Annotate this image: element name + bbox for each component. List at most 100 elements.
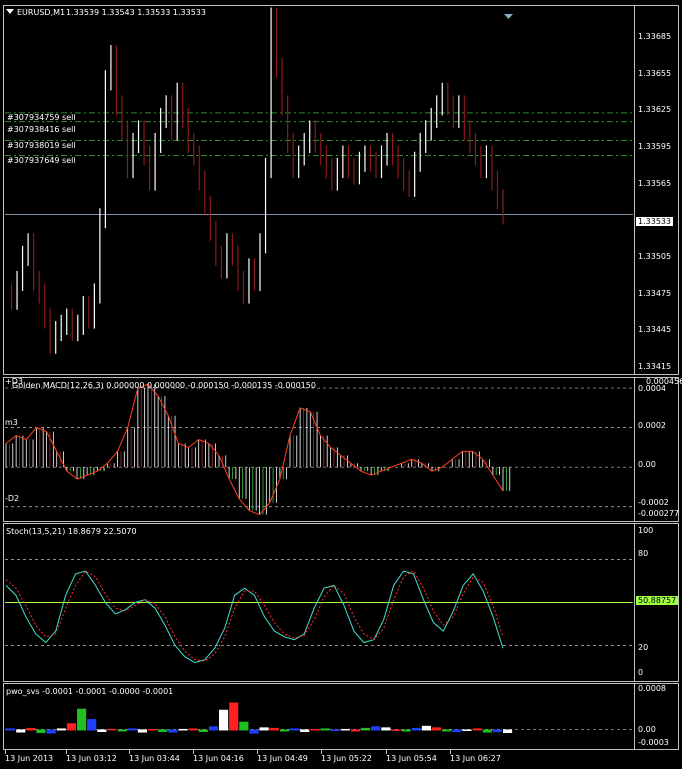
pwo-bar <box>16 729 26 733</box>
pwo-tick: -0.0003 <box>638 738 669 747</box>
price-tick: 1.33505 <box>638 252 672 261</box>
pwo-bar <box>462 729 472 731</box>
macd-tick: 0.00 <box>638 460 656 469</box>
pwo-bar <box>188 728 198 731</box>
pwo-bar <box>320 728 330 731</box>
current-price-tag: 1.33533 <box>636 217 674 226</box>
price-tick: 1.33445 <box>638 325 672 334</box>
pwo-bar <box>158 729 168 733</box>
time-axis-label: 13 Jun 04:16 <box>193 754 244 763</box>
pwo-bar <box>279 729 289 732</box>
pwo-bar <box>148 728 158 731</box>
stoch-tick: 80 <box>638 549 649 558</box>
macd-top-label: +D3 <box>5 377 23 386</box>
time-axis-label: 13 Jun 2013 <box>5 754 54 763</box>
pwo-bar <box>482 729 492 733</box>
pwo-bar <box>361 727 371 731</box>
pwo-bar <box>259 727 269 731</box>
pwo-bar <box>26 727 36 731</box>
pwo-bar <box>401 729 411 732</box>
pwo-bar <box>472 728 482 731</box>
pwo-bar <box>239 721 249 731</box>
pwo-tick: 0.0008 <box>638 684 666 693</box>
pwo-bar <box>269 727 279 731</box>
macd-title: Golden MACD(12,26,3) 0.000000 0.000000 -… <box>12 381 316 390</box>
price-tick: 1.33565 <box>638 179 672 188</box>
pwo-bar <box>350 729 360 732</box>
ohlc-values: 1.33539 1.33543 1.33533 1.33533 <box>66 8 206 17</box>
order-label-1[interactable]: #307934759 sell <box>7 113 76 122</box>
pwo-bar <box>442 729 452 732</box>
pwo-bar <box>452 729 462 733</box>
pwo-bar <box>87 719 97 731</box>
pwo-bar <box>229 702 239 731</box>
price-tick: 1.33655 <box>638 69 672 78</box>
macd-tick: -0.0002 <box>638 498 669 507</box>
macd-bottom-label: -D2 <box>5 494 20 503</box>
pwo-bar <box>290 728 300 731</box>
stoch-main-line <box>5 570 504 664</box>
chart-shift-icon[interactable] <box>504 5 513 24</box>
macd-m-label: m3 <box>5 418 18 427</box>
pwo-bar <box>381 727 391 731</box>
price-tick: 1.33685 <box>638 32 672 41</box>
pwo-bar <box>421 725 431 731</box>
pwo-bar <box>97 729 107 733</box>
pwo-bar <box>249 729 259 734</box>
stoch-title: Stoch(13,5,21) 18.8679 22.5070 <box>6 527 137 536</box>
pwo-bar <box>300 729 310 733</box>
pwo-bar <box>432 727 442 731</box>
pwo-bar <box>330 729 340 731</box>
order-label-3[interactable]: #307938019 sell <box>7 141 76 150</box>
stoch-tick: 20 <box>638 643 649 652</box>
macd-line <box>5 383 504 516</box>
menu-triangle-icon[interactable] <box>6 8 14 17</box>
time-axis-label: 13 Jun 04:49 <box>257 754 308 763</box>
pwo-bar <box>208 726 218 731</box>
stoch-current-tag: 50.88757 <box>636 596 679 605</box>
time-axis-label: 13 Jun 05:54 <box>386 754 437 763</box>
price-tick: 1.33475 <box>638 289 672 298</box>
pwo-bar <box>107 728 117 731</box>
stoch-signal-line <box>5 570 504 662</box>
pwo-tick: 0.00 <box>638 725 656 734</box>
symbol-label: EURUSD,M1 <box>17 8 66 17</box>
pwo-bar <box>56 728 66 731</box>
pwo-bar <box>168 729 178 733</box>
pwo-bar <box>127 728 137 731</box>
pwo-bar <box>46 729 56 734</box>
pwo-bar <box>219 709 229 731</box>
pwo-bar <box>310 728 320 731</box>
pwo-bar <box>503 729 513 734</box>
pwo-bar <box>198 729 208 733</box>
pwo-bar <box>66 723 76 731</box>
price-tick: 1.33595 <box>638 142 672 151</box>
time-axis-label: 13 Jun 06:27 <box>450 754 501 763</box>
price-tick: 1.33415 <box>638 362 672 371</box>
time-axis-label: 13 Jun 05:22 <box>321 754 372 763</box>
triangle-down-icon <box>504 14 513 19</box>
order-label-2[interactable]: #307938416 sell <box>7 125 76 134</box>
triangle-down-icon <box>6 9 14 14</box>
pwo-bar <box>137 729 147 733</box>
macd-tick: 0.0002 <box>638 421 666 430</box>
price-tick: 1.33625 <box>638 105 672 114</box>
time-axis-label: 13 Jun 03:12 <box>66 754 117 763</box>
pwo-bar <box>178 728 188 731</box>
pwo-bar <box>411 727 421 731</box>
pwo-title: pwo_svs -0.0001 -0.0001 -0.0000 -0.0001 <box>6 687 174 696</box>
pwo-bar <box>77 708 87 731</box>
pwo-bar <box>340 728 350 731</box>
stoch-tick: 0 <box>638 668 644 677</box>
pwo-bar <box>117 729 127 732</box>
time-axis-label: 13 Jun 03:44 <box>129 754 180 763</box>
stoch-tick: 100 <box>638 526 654 535</box>
pwo-bar <box>6 728 16 731</box>
pwo-bar <box>36 729 46 734</box>
macd-tick: -0.000277 <box>638 509 680 518</box>
macd-tick: 0.0004 <box>638 384 666 393</box>
order-label-4[interactable]: #307937649 sell <box>7 156 76 165</box>
pwo-bar <box>391 729 401 731</box>
pwo-bar <box>371 726 381 731</box>
pwo-bar <box>492 729 502 733</box>
